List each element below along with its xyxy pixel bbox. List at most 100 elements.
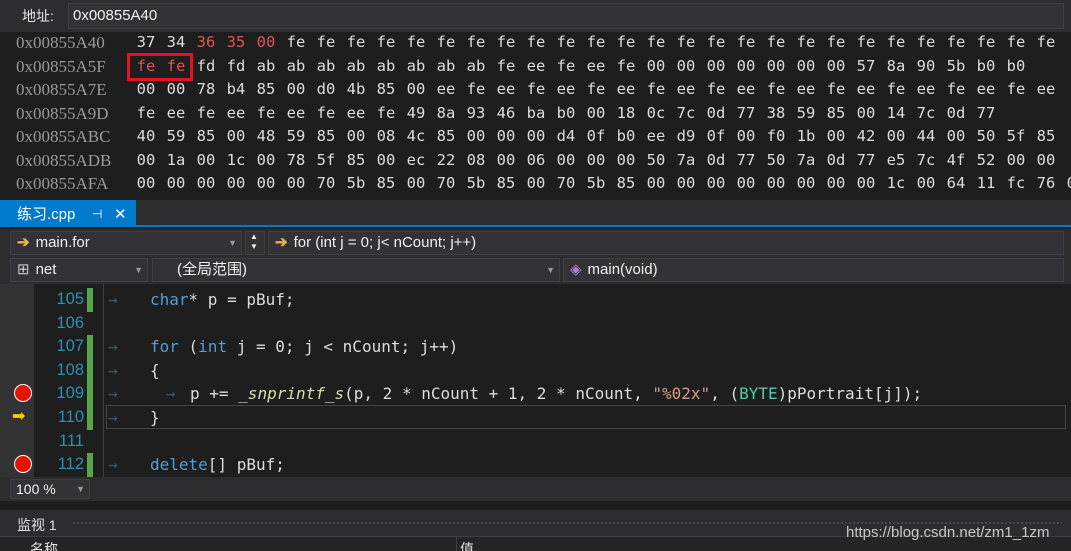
memory-byte[interactable]: 00: [221, 174, 251, 190]
memory-byte[interactable]: 00: [551, 151, 581, 169]
memory-byte[interactable]: ab: [251, 57, 281, 75]
memory-byte[interactable]: 5b: [941, 57, 971, 75]
memory-byte[interactable]: fe: [611, 57, 641, 75]
current-statement-arrow-icon[interactable]: ➡: [12, 406, 34, 425]
memory-byte[interactable]: 77: [851, 151, 881, 169]
memory-byte[interactable]: fe: [341, 33, 371, 51]
memory-byte[interactable]: 36: [191, 33, 221, 51]
memory-byte[interactable]: fe: [851, 33, 881, 51]
memory-byte[interactable]: 7c: [911, 151, 941, 169]
memory-byte[interactable]: 35: [221, 33, 251, 51]
memory-byte[interactable]: 00: [1001, 151, 1031, 169]
memory-byte[interactable]: 1a: [161, 151, 191, 169]
memory-byte[interactable]: fe: [581, 33, 611, 51]
memory-byte[interactable]: fd: [191, 57, 221, 75]
memory-byte[interactable]: 5f: [1001, 127, 1031, 145]
memory-byte[interactable]: 00: [731, 127, 761, 145]
memory-byte[interactable]: ee: [221, 104, 251, 122]
memory-byte[interactable]: 00: [881, 127, 911, 145]
memory-byte[interactable]: 00: [821, 127, 851, 145]
code-line[interactable]: 105 char* p = pBuf; →: [0, 288, 1071, 312]
address-input[interactable]: 0x00855A40: [68, 3, 1064, 29]
memory-byte[interactable]: b4: [221, 80, 251, 98]
memory-byte[interactable]: 06: [521, 151, 551, 169]
memory-row[interactable]: 0x00855ADB 00 1a 00 1c 00 78 5f 85 00 ec 22 08 00 06 00…: [0, 151, 1071, 175]
memory-byte[interactable]: fe: [941, 80, 971, 98]
memory-byte[interactable]: 00: [671, 57, 701, 75]
memory-byte[interactable]: ee: [971, 80, 1001, 98]
memory-byte[interactable]: 00: [131, 80, 161, 98]
memory-byte[interactable]: 0d: [701, 151, 731, 169]
memory-byte[interactable]: e5: [881, 151, 911, 169]
memory-byte[interactable]: fe: [311, 104, 341, 122]
memory-byte[interactable]: 00: [791, 57, 821, 75]
memory-byte[interactable]: ab: [371, 57, 401, 75]
memory-byte[interactable]: fe: [731, 33, 761, 51]
memory-byte[interactable]: ab: [311, 57, 341, 75]
memory-byte[interactable]: 59: [161, 127, 191, 145]
memory-byte[interactable]: 00: [401, 80, 431, 98]
memory-byte[interactable]: 00: [161, 80, 191, 98]
code-text[interactable]: for (int j = 0; j < nCount; j++): [150, 337, 458, 356]
memory-byte[interactable]: 08: [371, 127, 401, 145]
memory-byte[interactable]: 5f: [311, 151, 341, 169]
memory-byte[interactable]: fe: [671, 33, 701, 51]
memory-byte[interactable]: fe: [701, 33, 731, 51]
memory-byte[interactable]: 00: [851, 174, 881, 190]
memory-byte[interactable]: fe: [521, 80, 551, 98]
memory-byte[interactable]: 00: [611, 151, 641, 169]
code-line[interactable]: 107 for (int j = 0; j < nCount; j++) →: [0, 335, 1071, 360]
memory-byte[interactable]: 52: [971, 151, 1001, 169]
code-line[interactable]: 106: [0, 312, 1071, 336]
memory-byte[interactable]: 5b: [341, 174, 371, 190]
memory-byte[interactable]: 34: [161, 33, 191, 51]
memory-byte[interactable]: 42: [851, 127, 881, 145]
memory-byte[interactable]: fc: [1001, 174, 1031, 190]
memory-byte[interactable]: 00: [581, 151, 611, 169]
memory-byte[interactable]: 40: [131, 127, 161, 145]
memory-byte[interactable]: 00: [761, 57, 791, 75]
memory-byte[interactable]: 85: [191, 127, 221, 145]
memory-byte[interactable]: 64: [941, 174, 971, 190]
memory-byte[interactable]: 77: [731, 104, 761, 122]
memory-byte[interactable]: fe: [1001, 33, 1031, 51]
memory-byte[interactable]: ee: [641, 127, 671, 145]
code-line[interactable]: 108 {→: [0, 358, 1071, 383]
memory-byte[interactable]: fe: [581, 80, 611, 98]
code-line[interactable]: 111: [0, 430, 1071, 454]
memory-byte[interactable]: fe: [821, 80, 851, 98]
close-icon[interactable]: ✕: [114, 205, 127, 223]
memory-byte[interactable]: 00: [281, 80, 311, 98]
tab-practice-cpp[interactable]: 练习.cpp ⊣ ✕: [0, 200, 136, 227]
memory-byte[interactable]: 85: [371, 80, 401, 98]
memory-byte[interactable]: 00: [761, 174, 791, 190]
memory-byte[interactable]: fe: [881, 80, 911, 98]
memory-byte[interactable]: ab: [431, 57, 461, 75]
memory-byte[interactable]: 85: [1031, 127, 1061, 145]
memory-byte[interactable]: 00: [911, 174, 941, 190]
memory-byte[interactable]: fe: [881, 33, 911, 51]
memory-byte[interactable]: 70: [551, 174, 581, 190]
memory-byte[interactable]: 85: [491, 174, 521, 190]
global-scope-dropdown[interactable]: (全局范围) ▼: [152, 258, 560, 282]
memory-byte[interactable]: f0: [761, 127, 791, 145]
memory-byte[interactable]: 00: [1031, 151, 1061, 169]
memory-byte[interactable]: fe: [1001, 80, 1031, 98]
memory-byte[interactable]: ee: [611, 80, 641, 98]
memory-byte[interactable]: 00: [731, 57, 761, 75]
memory-byte[interactable]: fe: [761, 80, 791, 98]
memory-byte[interactable]: 77: [731, 151, 761, 169]
memory-byte[interactable]: 00: [941, 127, 971, 145]
memory-row[interactable]: 0x00855A7E 00 00 78 b4 85 00 d0 4b 85 00 ee fe ee fe ee…: [0, 80, 1071, 104]
memory-byte[interactable]: 00: [491, 151, 521, 169]
memory-byte[interactable]: 00: [1061, 174, 1071, 190]
code-line[interactable]: 109 p += _snprintf_s(p, 2 * nCount + 1, 2…: [0, 382, 1071, 407]
memory-byte[interactable]: 7c: [911, 104, 941, 122]
code-editor[interactable]: 105 char* p = pBuf; → 106 107 for (int j = 0;…: [0, 284, 1071, 477]
memory-byte[interactable]: 00: [701, 174, 731, 190]
memory-byte[interactable]: 85: [251, 80, 281, 98]
memory-byte[interactable]: b0: [551, 104, 581, 122]
memory-byte[interactable]: 37: [131, 33, 161, 51]
memory-byte[interactable]: fe: [491, 33, 521, 51]
memory-row[interactable]: 0x00855AFA 00 00 00 00 00 00 70 5b 85 00 70 5b 85 00 70…: [0, 174, 1071, 190]
